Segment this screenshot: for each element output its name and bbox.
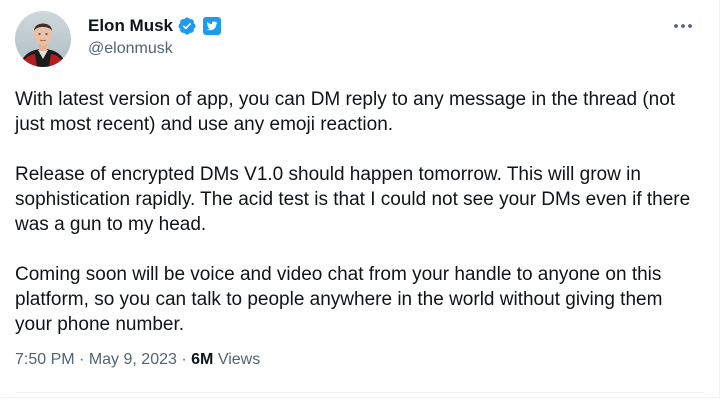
avatar-image	[15, 11, 71, 67]
meta-separator: ·	[181, 351, 187, 368]
views-count[interactable]: 6M	[191, 351, 213, 368]
avatar[interactable]	[15, 11, 71, 67]
tweet-meta: 7:50 PM · May 9, 2023 · 6M Views	[15, 349, 260, 371]
meta-separator: ·	[79, 351, 85, 368]
author-name-row: Elon Musk	[88, 15, 222, 37]
tweet-card: Elon Musk @elonmusk With latest version …	[0, 0, 720, 398]
author-handle[interactable]: @elonmusk	[88, 39, 173, 59]
tweet-paragraph: Coming soon will be voice and video chat…	[15, 264, 663, 335]
tweet-text: With latest version of app, you can DM r…	[15, 87, 695, 362]
tweet-time[interactable]: 7:50 PM	[15, 351, 75, 368]
tweet-paragraph: With latest version of app, you can DM r…	[15, 89, 676, 135]
verified-badge-icon[interactable]	[177, 16, 197, 36]
tweet-paragraph: Release of encrypted DMs V1.0 should hap…	[15, 164, 691, 235]
author-display-name[interactable]: Elon Musk	[88, 15, 173, 37]
more-icon[interactable]	[668, 14, 698, 38]
tweet-date[interactable]: May 9, 2023	[89, 351, 177, 368]
twitter-affiliation-icon[interactable]	[203, 17, 222, 35]
divider	[15, 392, 704, 393]
views-label[interactable]: Views	[218, 351, 260, 368]
